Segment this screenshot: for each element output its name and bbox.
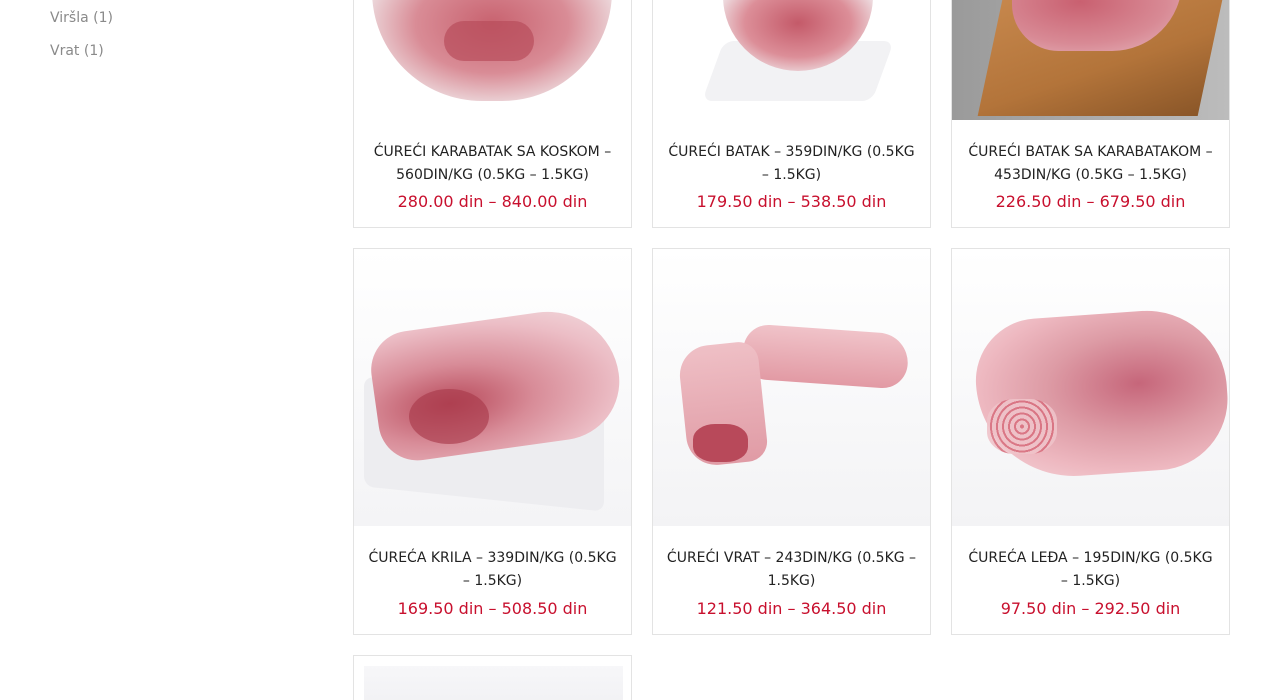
product-image[interactable] [952,249,1229,526]
product-title[interactable]: ĆUREĆA LEĐA – 195DIN/KG (0.5KG – 1.5KG) [964,547,1217,593]
product-price: 280.00 din – 840.00 din [397,192,588,211]
product-title[interactable]: ĆUREĆI BATAK – 359DIN/KG (0.5KG – 1.5KG) [665,141,918,187]
product-price: 226.50 din – 679.50 din [995,192,1186,211]
product-card[interactable]: ĆUREĆA KRILA – 339DIN/KG (0.5KG – 1.5KG)… [353,248,632,635]
product-image[interactable] [354,249,631,526]
product-title[interactable]: ĆUREĆI VRAT – 243DIN/KG (0.5KG – 1.5KG) [665,547,918,593]
product-price: 169.50 din – 508.50 din [397,599,588,618]
product-title[interactable]: ĆUREĆA KRILA – 339DIN/KG (0.5KG – 1.5KG) [366,547,619,593]
product-price: 97.50 din – 292.50 din [1000,599,1181,618]
product-title[interactable]: ĆUREĆI BATAK SA KARABATAKOM – 453DIN/KG … [964,141,1217,187]
product-image[interactable] [653,0,930,120]
product-title[interactable]: ĆUREĆI KARABATAK SA KOSKOM – 560DIN/KG (… [366,141,619,187]
category-link-virsla[interactable]: Viršla (1) [50,0,310,33]
product-image[interactable] [354,0,631,120]
product-card[interactable]: ĆUREĆI BATAK – 359DIN/KG (0.5KG – 1.5KG)… [652,0,931,228]
product-card[interactable] [353,655,632,700]
product-card[interactable]: ĆUREĆI KARABATAK SA KOSKOM – 560DIN/KG (… [353,0,632,228]
product-card[interactable]: ĆUREĆA LEĐA – 195DIN/KG (0.5KG – 1.5KG) … [951,248,1230,635]
product-image[interactable] [364,666,623,700]
product-image[interactable] [653,249,930,526]
product-card[interactable]: ĆUREĆI VRAT – 243DIN/KG (0.5KG – 1.5KG) … [652,248,931,635]
product-image[interactable] [952,0,1229,120]
product-card[interactable]: ĆUREĆI BATAK SA KARABATAKOM – 453DIN/KG … [951,0,1230,228]
product-price: 179.50 din – 538.50 din [696,192,887,211]
product-categories-sidebar: Viršla (1) Vrat (1) [50,0,310,66]
product-price: 121.50 din – 364.50 din [696,599,887,618]
category-link-vrat[interactable]: Vrat (1) [50,33,310,66]
